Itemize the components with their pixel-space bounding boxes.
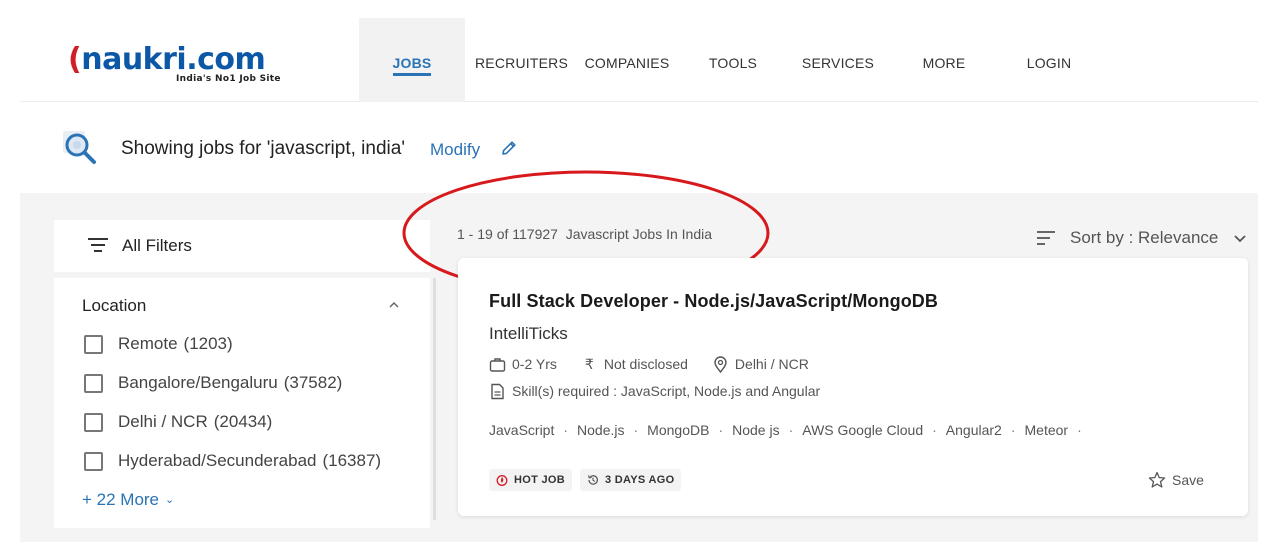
skills-required: Skill(s) required : JavaScript, Node.js … (489, 381, 820, 401)
location-option-bangalore[interactable]: Bangalore/Bengaluru (37582) (84, 371, 342, 395)
location-checkbox[interactable] (84, 412, 103, 432)
chevron-down-icon: ⌄ (165, 494, 175, 506)
location-option-count: (16387) (322, 451, 382, 470)
tag-separator: · (788, 422, 794, 438)
all-filters-button[interactable]: All Filters (54, 220, 430, 272)
hot-job-label: HOT JOB (514, 474, 565, 486)
more-locations-label: + 22 More (82, 490, 160, 509)
tag-separator: · (633, 422, 639, 438)
posted-age-badge: 3 DAYS AGO (580, 469, 682, 491)
job-meta: 0-2 Yrs ₹ Not disclosed Delhi / NCR (489, 354, 809, 374)
location-option-remote[interactable]: Remote (1203) (84, 332, 233, 356)
salary-text: Not disclosed (603, 356, 688, 372)
skill-tag: Node js (732, 422, 780, 438)
location-checkbox[interactable] (84, 334, 103, 354)
save-job-button[interactable]: Save (1148, 471, 1204, 489)
skill-tag: AWS Google Cloud (802, 422, 924, 438)
hot-job-badge: HOT JOB (489, 469, 572, 491)
pencil-icon[interactable] (500, 139, 518, 157)
location-option-count: (37582) (283, 373, 343, 392)
chevron-up-icon[interactable] (388, 300, 400, 310)
skill-tag: Angular2 (945, 422, 1002, 438)
skill-tag: Node.js (577, 422, 625, 438)
chevron-down-icon (1234, 235, 1246, 243)
document-icon (491, 383, 504, 399)
company-name-link[interactable]: IntelliTicks (489, 324, 568, 344)
search-summary: Showing jobs for 'javascript, india' Mod… (20, 103, 1258, 193)
star-icon (1148, 471, 1166, 488)
location-checkbox[interactable] (84, 373, 103, 393)
naukri-logo[interactable]: (naukri.com India's No1 Job Site (68, 42, 298, 85)
tag-separator: · (563, 422, 569, 438)
location-option-count: (1203) (183, 334, 233, 353)
job-title-link[interactable]: Full Stack Developer - Node.js/JavaScrip… (489, 291, 938, 312)
logo-text: naukri.com (81, 42, 266, 77)
location-option-label: Delhi / NCR (118, 412, 208, 431)
all-filters-label: All Filters (122, 236, 192, 255)
nav-companies[interactable]: COMPANIES (581, 18, 673, 102)
search-magnifier-icon (63, 131, 96, 164)
active-tab-underline (393, 73, 431, 76)
experience-text: 0-2 Yrs (512, 356, 557, 372)
scrollbar-track[interactable] (433, 278, 436, 520)
nav-jobs-label: JOBS (392, 55, 432, 71)
sort-label: Sort by : Relevance (1070, 228, 1219, 247)
filter-lines-icon (88, 238, 108, 252)
location-option-delhi[interactable]: Delhi / NCR (20434) (84, 410, 272, 434)
tag-separator: · (718, 422, 724, 438)
job-card[interactable]: Full Stack Developer - Node.js/JavaScrip… (458, 258, 1248, 516)
nav-services[interactable]: SERVICES (799, 18, 877, 102)
nav-more[interactable]: MORE (919, 18, 969, 102)
tag-separator: · (1077, 422, 1082, 438)
skill-tags: JavaScript · Node.js · MongoDB · Node js · A… (489, 422, 1091, 438)
tag-separator: · (932, 422, 937, 438)
skills-required-text: Skill(s) required : JavaScript, Node.js … (512, 383, 821, 399)
briefcase-icon (489, 357, 506, 372)
skill-tag: JavaScript (489, 422, 555, 438)
job-badges: HOT JOB 3 DAYS AGO (489, 469, 689, 491)
site-header: (naukri.com India's No1 Job Site JOBS RE… (20, 18, 1258, 102)
logo-wordmark: (naukri.com (68, 42, 266, 77)
modify-search-link[interactable]: Modify (430, 140, 480, 160)
location-filter: Location Remote (1203) Bangalore/Bengalu… (54, 278, 430, 528)
nav-jobs[interactable]: JOBS (359, 18, 465, 102)
nav-tools[interactable]: TOOLS (703, 18, 763, 102)
results-query-text: Javascript Jobs In India (565, 226, 713, 242)
results-count-range: 1 - 19 of 117927 (457, 226, 558, 242)
location-option-label: Hyderabad/Secunderabad (118, 451, 317, 470)
location-option-hyderabad[interactable]: Hyderabad/Secunderabad (16387) (84, 449, 381, 473)
save-label: Save (1172, 472, 1204, 488)
location-checkbox[interactable] (84, 451, 103, 471)
tag-separator: · (1010, 422, 1016, 438)
posted-age-label: 3 DAYS AGO (605, 474, 675, 486)
skill-tag: Meteor (1024, 422, 1069, 438)
history-clock-icon (588, 475, 598, 485)
sort-dropdown[interactable]: Sort by : Relevance (1036, 228, 1247, 248)
nav-recruiters[interactable]: RECRUITERS (475, 18, 568, 102)
logo-tagline: India's No1 Job Site (176, 74, 281, 84)
flame-icon (496, 475, 508, 486)
job-location-text: Delhi / NCR (734, 356, 809, 372)
location-option-label: Remote (118, 334, 178, 353)
search-summary-text: Showing jobs for 'javascript, india' (121, 138, 405, 159)
sort-lines-icon (1037, 231, 1055, 245)
location-option-label: Bangalore/Bengaluru (118, 373, 278, 392)
skill-tag: MongoDB (647, 422, 710, 438)
location-pin-icon (714, 355, 727, 373)
location-option-count: (20434) (213, 412, 273, 431)
more-locations-link[interactable]: + 22 More ⌄ (82, 490, 174, 510)
results-count: 1 - 19 of 117927 Javascript Jobs In Indi… (457, 226, 712, 242)
nav-login[interactable]: LOGIN (1023, 18, 1075, 102)
location-filter-title: Location (82, 296, 147, 315)
rupee-icon: ₹ (584, 355, 594, 372)
